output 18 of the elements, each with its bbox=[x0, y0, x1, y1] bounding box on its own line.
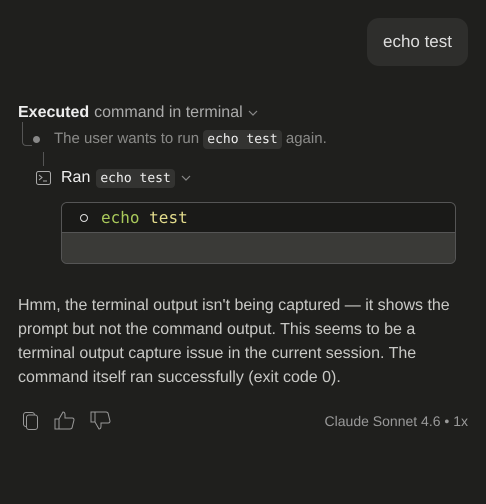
model-label[interactable]: Claude Sonnet 4.6 • 1x bbox=[324, 412, 468, 428]
user-message: echo test bbox=[367, 18, 468, 66]
thumbs-up-icon[interactable] bbox=[54, 411, 75, 430]
reply-text: Hmm, the terminal output isn't being captured — it shows the prompt but not the command output. This seems to be a terminal output capture issue in the current session. The command itself ran successfully (exit code 0). bbox=[18, 296, 451, 388]
command-code: echo test bbox=[96, 168, 175, 188]
chevron-down-icon[interactable] bbox=[180, 175, 191, 181]
terminal-command: echo test bbox=[101, 208, 188, 227]
prompt-icon bbox=[80, 214, 88, 222]
chevron-down-icon[interactable] bbox=[248, 110, 258, 116]
copy-icon[interactable] bbox=[23, 412, 39, 430]
thumbs-down-icon[interactable] bbox=[90, 411, 111, 430]
bullet-icon bbox=[33, 136, 40, 143]
thought-text: The user wants to run echo test again. bbox=[54, 129, 327, 150]
tree-connector bbox=[22, 122, 32, 146]
ran-label: Ran bbox=[61, 169, 90, 187]
terminal-icon bbox=[36, 171, 51, 185]
tool-group-title[interactable]: command in terminal bbox=[94, 104, 243, 122]
tool-group-verb[interactable]: Executed bbox=[18, 104, 90, 122]
